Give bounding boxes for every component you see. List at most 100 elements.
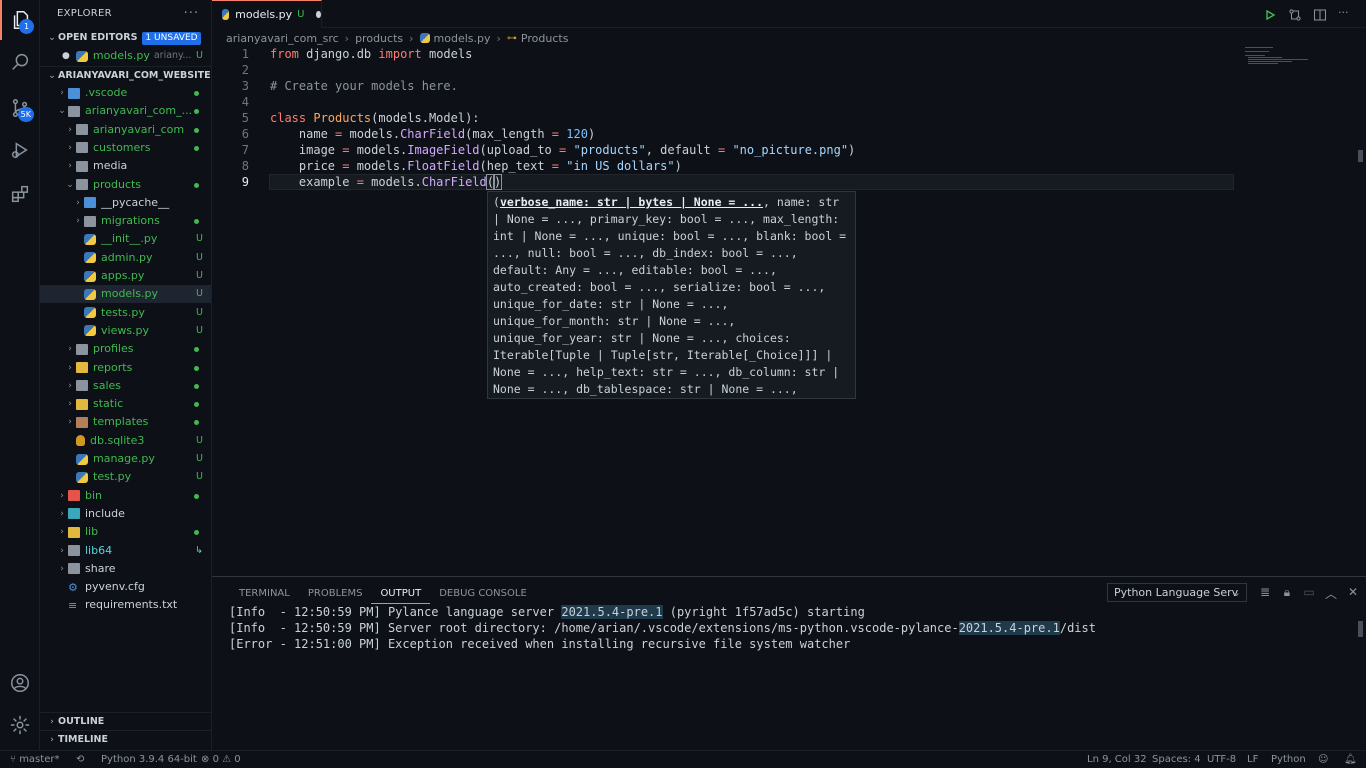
breadcrumb-folder[interactable]: arianyavari_com_src <box>226 32 339 45</box>
tab-debug-console[interactable]: DEBUG CONSOLE <box>430 584 536 604</box>
file-item-views-py[interactable]: views.py U <box>40 322 211 340</box>
sync-icon[interactable]: ⟲ <box>76 751 84 768</box>
file-item-tests-py[interactable]: tests.py U <box>40 304 211 322</box>
tab-models-py[interactable]: models.py U <box>212 0 322 28</box>
folder-item-media[interactable]: › media <box>40 157 211 175</box>
python-file-icon <box>419 33 430 43</box>
folder-item-lib[interactable]: › lib <box>40 523 211 541</box>
minimap[interactable] <box>1240 46 1350 76</box>
split-editor-icon[interactable] <box>1313 7 1327 21</box>
folder-item--vscode[interactable]: › .vscode <box>40 84 211 102</box>
editor-scrollbar[interactable] <box>1358 150 1363 162</box>
file-item-pyvenv-cfg[interactable]: ⚙ pyvenv.cfg <box>40 578 211 596</box>
file-item-db-sqlite3[interactable]: db.sqlite3 U <box>40 432 211 450</box>
encoding[interactable]: UTF-8 <box>1207 751 1236 768</box>
file-item--init-py[interactable]: __init__.py U <box>40 230 211 248</box>
lock-scroll-icon[interactable]: 🔒︎ <box>1280 585 1294 602</box>
folder-item-include[interactable]: › include <box>40 505 211 523</box>
open-editor-models-py[interactable]: ● models.py ariany... U <box>40 47 211 65</box>
clear-output-icon[interactable]: ≣ <box>1258 585 1272 602</box>
folder-item-customers[interactable]: › customers <box>40 139 211 157</box>
timeline-header[interactable]: › TIMELINE <box>40 730 211 748</box>
database-icon <box>76 435 85 447</box>
folder-item-reports[interactable]: › reports <box>40 359 211 377</box>
maximize-panel-icon[interactable]: ︿ <box>1324 585 1338 602</box>
run-python-file-icon[interactable] <box>1263 7 1277 21</box>
cursor-position[interactable]: Ln 9, Col 32 <box>1087 751 1147 768</box>
git-status-badge: U <box>196 306 203 318</box>
settings-gear-icon[interactable] <box>0 705 40 745</box>
git-branch[interactable]: ⑂ master* <box>10 751 59 768</box>
open-log-icon[interactable]: ▭ <box>1302 585 1316 602</box>
breadcrumb-folder[interactable]: products <box>355 32 403 45</box>
folder-icon <box>68 490 80 502</box>
line-number: 1 <box>241 47 249 61</box>
more-actions-icon[interactable]: ··· <box>184 6 199 21</box>
line-number: 2 <box>241 63 249 77</box>
more-actions-icon[interactable]: ··· <box>1338 7 1352 21</box>
chevron-right-icon: › <box>60 508 64 519</box>
folder-item-bin[interactable]: › bin <box>40 487 211 505</box>
file-item-test-py[interactable]: test.py U <box>40 468 211 486</box>
language-mode[interactable]: Python <box>1271 751 1306 768</box>
python-file-icon <box>222 9 230 20</box>
tree-item-label: manage.py <box>93 452 155 465</box>
workspace-header[interactable]: ⌄ ARIANYAVARI_COM_WEBSITE <box>40 66 211 84</box>
breadcrumb-symbol[interactable]: Products <box>521 32 569 45</box>
feedback-icon[interactable]: ☺ <box>1318 751 1328 768</box>
problems-count[interactable]: ⊗ 0 ⚠ 0 <box>201 751 241 768</box>
line-number: 3 <box>241 79 249 93</box>
folder-item-static[interactable]: › static <box>40 395 211 413</box>
indentation[interactable]: Spaces: 4 <box>1152 751 1201 768</box>
close-panel-icon[interactable]: ✕ <box>1346 585 1360 602</box>
editor-tabs: models.py U ··· <box>212 0 1366 28</box>
folder-icon <box>68 508 80 520</box>
breadcrumb-file[interactable]: models.py <box>434 32 491 45</box>
chevron-right-icon: › <box>68 161 72 172</box>
python-interpreter[interactable]: Python 3.9.4 64-bit <box>101 751 197 768</box>
tab-output[interactable]: OUTPUT <box>371 584 431 604</box>
folder-item--pycache-[interactable]: › __pycache__ <box>40 194 211 212</box>
code-line-9: example = models.CharField() <box>270 174 503 190</box>
python-file-icon <box>76 471 88 483</box>
tab-problems[interactable]: PROBLEMS <box>299 584 372 604</box>
file-item-admin-py[interactable]: admin.py U <box>40 249 211 267</box>
line-number: 7 <box>241 143 249 157</box>
panel-scrollbar[interactable] <box>1358 621 1363 637</box>
folder-item-templates[interactable]: › templates <box>40 413 211 431</box>
tree-item-label: include <box>85 506 125 520</box>
account-icon[interactable] <box>0 663 40 703</box>
folder-item-migrations[interactable]: › migrations <box>40 212 211 230</box>
search-icon[interactable] <box>0 42 40 82</box>
unsaved-dot-icon[interactable] <box>316 11 321 18</box>
file-item-models-py[interactable]: models.py U <box>40 285 211 304</box>
explorer-badge: 1 <box>19 19 34 34</box>
end-of-line[interactable]: LF <box>1247 751 1258 768</box>
file-item-apps-py[interactable]: apps.py U <box>40 267 211 285</box>
folder-item-share[interactable]: › share <box>40 560 211 578</box>
chevron-right-icon: › <box>68 399 72 410</box>
run-debug-icon[interactable] <box>0 130 40 170</box>
folder-item-profiles[interactable]: › profiles <box>40 340 211 358</box>
outline-header[interactable]: › OUTLINE <box>40 712 211 730</box>
bottom-panel: TERMINAL PROBLEMS OUTPUT DEBUG CONSOLE P… <box>212 576 1366 750</box>
git-status-badge: U <box>196 434 203 446</box>
file-item-requirements-txt[interactable]: ≡ requirements.txt <box>40 596 211 614</box>
source-control-icon[interactable]: 5K <box>0 88 40 128</box>
folder-item-arianyavari-com[interactable]: › arianyavari_com <box>40 121 211 139</box>
file-item-manage-py[interactable]: manage.py U <box>40 450 211 468</box>
output-channel-select[interactable]: Python Language Serv ⌄ <box>1107 583 1247 602</box>
tab-terminal[interactable]: TERMINAL <box>230 584 299 604</box>
python-file-icon <box>84 252 96 264</box>
folder-item-products[interactable]: ⌄ products <box>40 176 211 194</box>
folder-item-lib64[interactable]: › lib64 ↳ <box>40 542 211 560</box>
explorer-icon[interactable]: 1 <box>0 0 40 40</box>
folder-item-arianyavari-com-[interactable]: ⌄ arianyavari_com_... <box>40 102 211 120</box>
extensions-icon[interactable] <box>0 174 40 214</box>
folder-item-sales[interactable]: › sales <box>40 377 211 395</box>
open-editors-header[interactable]: ⌄ OPEN EDITORS 1 UNSAVED <box>40 29 211 47</box>
code-line-5: class Products(models.Model): <box>270 111 480 125</box>
open-changes-icon[interactable] <box>1288 7 1302 21</box>
notifications-bell-icon[interactable]: 🔔︎ <box>1344 751 1357 768</box>
line-number: 9 <box>241 175 249 189</box>
